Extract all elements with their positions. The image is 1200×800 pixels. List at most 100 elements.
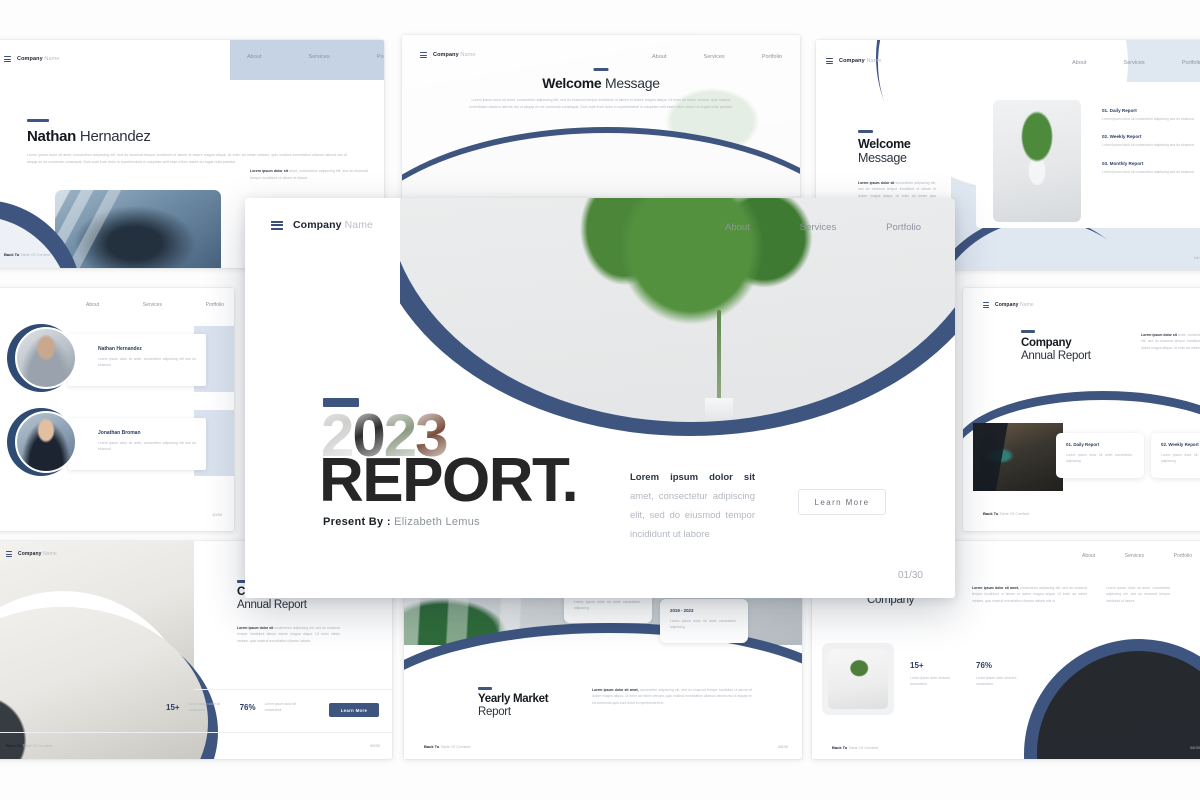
nav-about[interactable]: About xyxy=(86,302,99,308)
about-col-2: Lorem ipsum dolor sit amet, consectetur … xyxy=(1106,586,1170,603)
slide-yearly[interactable]: Lorem ipsum dolor sit amet consectetur a… xyxy=(404,583,802,759)
logo-light: Name xyxy=(866,58,882,64)
member-card[interactable]: Nathan Hernandez Lorem ipsum dolor sit a… xyxy=(68,334,206,386)
logo-light: Name xyxy=(460,52,476,58)
hamburger-icon[interactable] xyxy=(4,56,11,62)
nav-menu[interactable]: About Services Portfolio xyxy=(247,54,384,60)
back-to-light: Table Of Content xyxy=(848,745,879,750)
card-text: Lorem ipsum dolor sit amet consectetur a… xyxy=(670,619,736,630)
nav-portfolio[interactable]: Portfolio xyxy=(762,54,782,60)
card-text: Lorem ipsum dolor sit amet consectetur a… xyxy=(574,600,640,611)
nav-about[interactable]: About xyxy=(725,222,750,233)
nav-services[interactable]: Services xyxy=(800,222,836,233)
learn-more-button[interactable]: Learn More xyxy=(329,703,379,717)
nav-portfolio[interactable]: Portfolio xyxy=(1182,60,1200,66)
back-to-content[interactable]: Back To Table Of Content xyxy=(424,744,470,749)
laptop-photo xyxy=(973,423,1063,491)
nav-services[interactable]: Services xyxy=(1124,60,1145,66)
welcome-body: Lorem ipsum dolor sit amet, consectetur … xyxy=(469,98,733,109)
nav-portfolio[interactable]: Portfolio xyxy=(1174,553,1192,559)
nav-menu[interactable]: About Services Portfolio xyxy=(86,302,224,308)
slide-team[interactable]: About Services Portfolio Nathan Hernande… xyxy=(0,288,234,531)
back-to-content[interactable]: Back To Table Of Content xyxy=(6,743,52,748)
nav-menu[interactable]: About Services Portfolio xyxy=(1072,60,1200,66)
nav-services[interactable]: Services xyxy=(309,54,330,60)
nav-services[interactable]: Services xyxy=(1125,553,1144,559)
present-by: Present By : Elizabeth Lemus xyxy=(323,516,480,528)
report-list: 01. Daily Report Lorem ipsum dolor sit c… xyxy=(1102,108,1200,175)
list-item[interactable]: 02. Weekly Report Lorem ipsum dolor sit … xyxy=(1102,134,1200,148)
logo[interactable]: Company Name xyxy=(4,56,59,62)
report-card[interactable]: 01. Daily Report Lorem ipsum dolor sit a… xyxy=(1056,433,1144,478)
nav-menu[interactable]: About Services Portfolio xyxy=(652,54,782,60)
hamburger-icon[interactable] xyxy=(826,58,833,64)
logo[interactable]: Company Name xyxy=(6,551,57,557)
hamburger-icon[interactable] xyxy=(6,551,12,557)
nav-portfolio[interactable]: Portfolio xyxy=(206,302,224,308)
bonsai-photo xyxy=(828,649,888,709)
profile-body: Lorem ipsum dolor sit amet, consectetur … xyxy=(27,153,347,164)
back-to-content[interactable]: Back To Table Of Content xyxy=(832,745,878,750)
back-to-bold: Back To xyxy=(424,744,440,749)
slide-featured-cover[interactable]: Company Name About Services Portfolio 20… xyxy=(245,198,955,598)
logo[interactable]: Company Name xyxy=(271,219,373,231)
card-title: 02. Weekly Report xyxy=(1161,442,1199,447)
page-number: 10/30 xyxy=(211,512,222,517)
card-title: 01. Daily Report xyxy=(1066,442,1100,447)
logo-light: Name xyxy=(44,56,60,62)
hamburger-icon[interactable] xyxy=(420,52,427,58)
annual-title-light: Annual Report xyxy=(237,599,307,612)
card-text: Lorem ipsum dolor sit amet consectetur a… xyxy=(1066,453,1132,464)
member-text: Lorem ipsum dolor sit amet, consectetur … xyxy=(98,441,196,452)
annual-body-bold: Lorem ipsum dolor sit xyxy=(1141,333,1177,337)
nav-services[interactable]: Services xyxy=(704,54,725,60)
yearly-title-light: Report xyxy=(478,706,511,719)
nav-menu[interactable]: About Services Portfolio xyxy=(1082,553,1192,559)
back-to-bold: Back To xyxy=(832,745,848,750)
avatar xyxy=(15,327,77,389)
back-to-content[interactable]: Back To Table Of Content xyxy=(4,252,50,257)
list-item[interactable]: 03. Monthly Report Lorem ipsum dolor sit… xyxy=(1102,161,1200,175)
logo[interactable]: Company Name xyxy=(420,52,475,58)
welcome-title-light: Message xyxy=(604,75,660,91)
divider xyxy=(0,732,392,733)
stat-item: 15+ Lorem ipsum dolor sit amet, consecte… xyxy=(910,661,962,687)
profile-side-text: Lorem ipsum dolor sit amet, consectetur … xyxy=(250,168,368,181)
present-by-name: Elizabeth Lemus xyxy=(394,516,480,528)
back-to-bold: Back To xyxy=(6,743,22,748)
nav-about[interactable]: About xyxy=(652,54,666,60)
list-item[interactable]: 01. Daily Report Lorem ipsum dolor sit c… xyxy=(1102,108,1200,122)
accent-bar xyxy=(478,687,492,690)
logo-bold: Company xyxy=(433,52,459,58)
member-card[interactable]: Jonathan Broman Lorem ipsum dolor sit am… xyxy=(68,418,206,470)
slide-annual-right[interactable]: Company Name Company Annual Report Lorem… xyxy=(963,288,1200,531)
logo-bold: Company xyxy=(18,551,42,557)
nav-portfolio[interactable]: Portfolio xyxy=(377,54,384,60)
nav-about[interactable]: About xyxy=(1082,553,1095,559)
nav-about[interactable]: About xyxy=(1072,60,1086,66)
hamburger-icon[interactable] xyxy=(983,302,989,308)
logo[interactable]: Company Name xyxy=(983,302,1034,308)
annual-body: Lorem ipsum dolor sit amet, consectetur … xyxy=(1141,332,1200,351)
report-card[interactable]: 02. Weekly Report Lorem ipsum dolor sit … xyxy=(1151,433,1200,478)
card-text: Lorem ipsum dolor sit amet consectetur a… xyxy=(1161,453,1200,464)
report-text: Lorem ipsum dolor sit consectetur adipis… xyxy=(1102,117,1194,121)
nav-services[interactable]: Services xyxy=(143,302,162,308)
card-title: 2019 - 2023 xyxy=(670,608,694,613)
nav-strip xyxy=(230,40,384,80)
learn-more-button[interactable]: Learn More xyxy=(798,489,886,515)
presentation-mockup-canvas: About Services Portfolio Company Name Na… xyxy=(0,0,1200,800)
back-to-content[interactable]: Back To Table Of Content xyxy=(983,511,1029,516)
accent-bar xyxy=(858,130,873,133)
logo-light: Name xyxy=(1019,302,1034,308)
nav-menu[interactable]: About Services Portfolio xyxy=(725,222,921,233)
timeline-card[interactable]: 2019 - 2023 Lorem ipsum dolor sit amet c… xyxy=(660,599,748,643)
divider xyxy=(194,689,392,690)
avatar xyxy=(15,411,77,473)
nav-portfolio[interactable]: Portfolio xyxy=(886,222,921,233)
back-to-bold: Back To xyxy=(4,252,20,257)
nav-about[interactable]: About xyxy=(247,54,261,60)
hamburger-icon[interactable] xyxy=(271,220,283,230)
annual-body: Lorem ipsum dolor sit consectetur adipis… xyxy=(237,625,340,644)
logo[interactable]: Company Name xyxy=(826,58,881,64)
